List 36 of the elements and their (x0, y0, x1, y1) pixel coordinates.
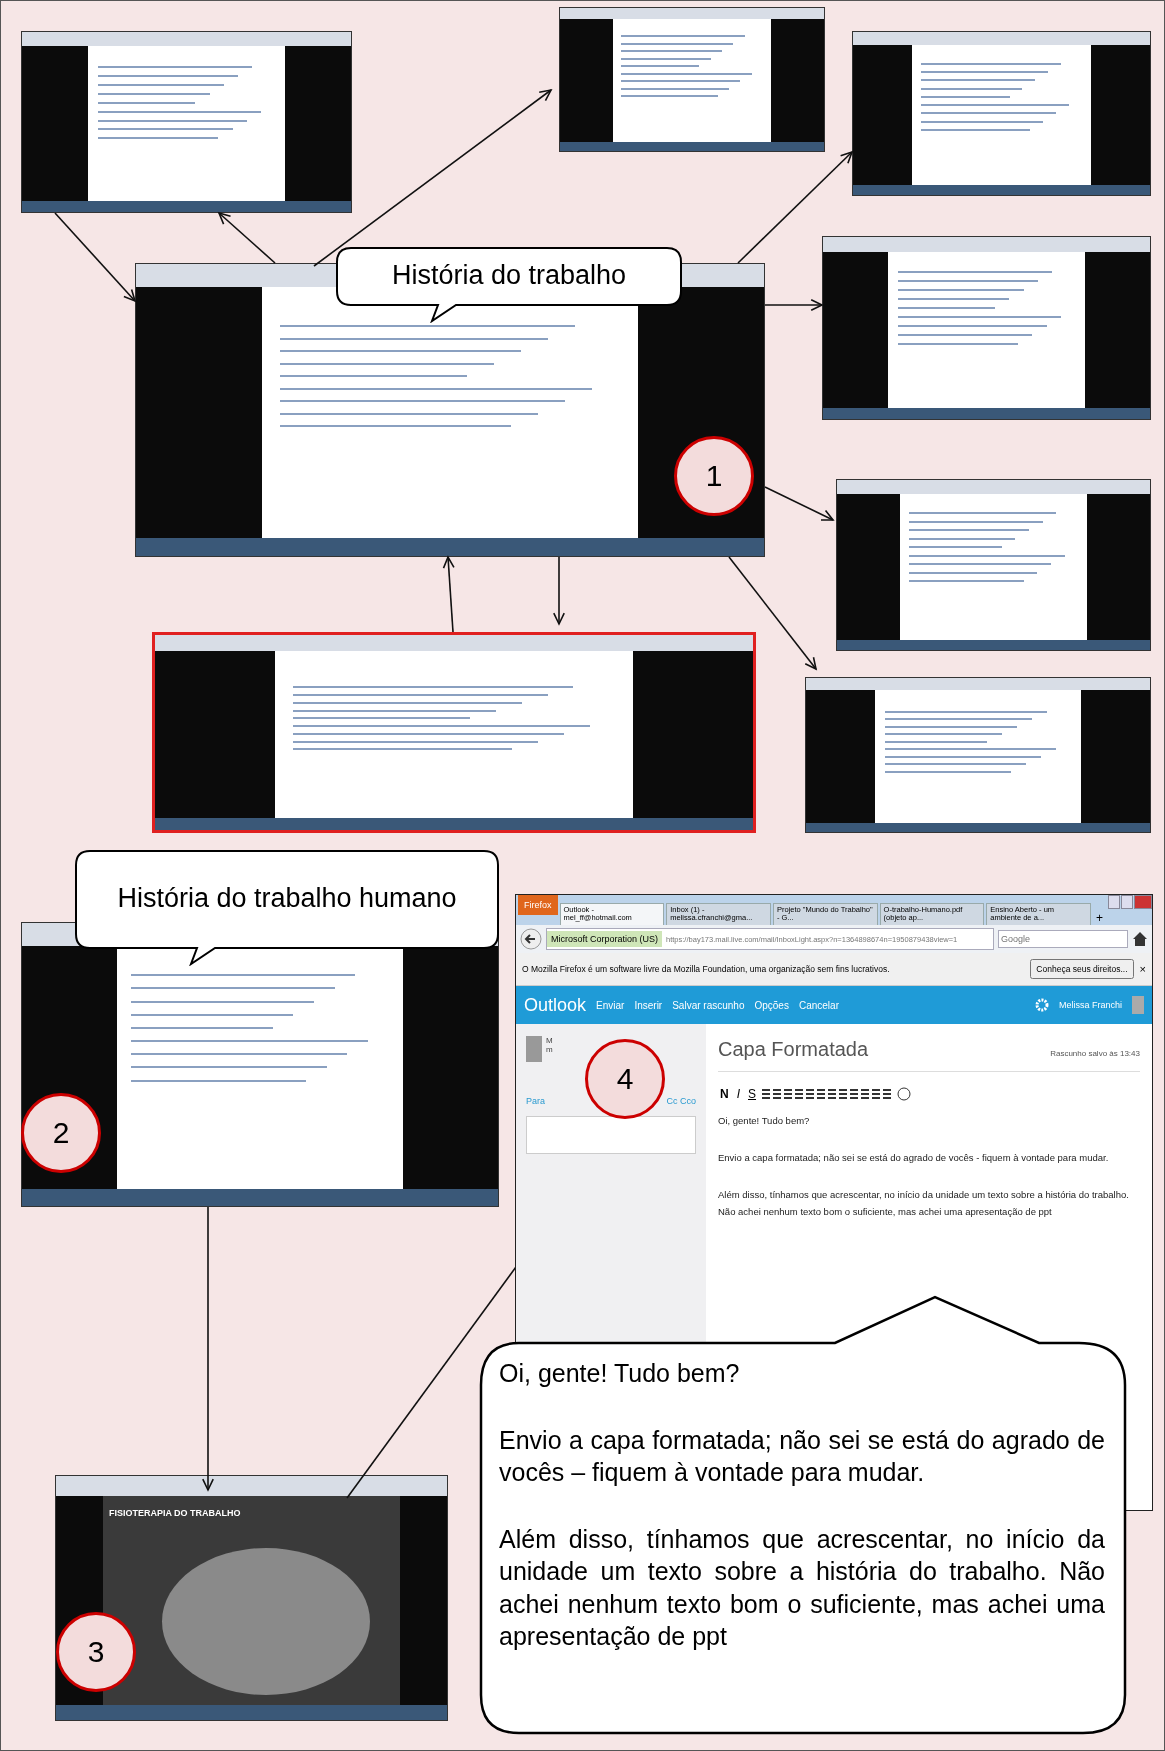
arrow (553, 556, 565, 626)
email-body-text: Envio a capa formatada; não sei se está do agrado de vocês - fiquem à vontade para mudar. (718, 1151, 1110, 1166)
avatar-icon (1132, 996, 1144, 1014)
format-button[interactable]: N (718, 1087, 731, 1101)
callout-text: História do trabalho (391, 259, 627, 293)
sender-initial: M (546, 1036, 553, 1045)
site-identity: Microsoft Corporation (US) (547, 931, 663, 947)
arrow (217, 211, 276, 264)
callout-text: História do trabalho humano (117, 882, 457, 916)
info-bar-message: O Mozilla Firefox é um software livre da Mozilla Foundation, uma organização sem fins lucrativos. (522, 964, 891, 974)
callout-text: Além disso, tínhamos que acrescentar, no início da unidade um texto sobre a história do trabalho. Não achei nenhum texto bom o suficiente, mas achei uma apresentação de ppt (499, 1523, 1105, 1652)
arrow (764, 298, 824, 312)
arrow (764, 486, 835, 521)
settings-icon[interactable] (1034, 998, 1049, 1012)
search-field[interactable]: Google (998, 930, 1128, 948)
close-button[interactable]: × (1139, 963, 1146, 975)
avatar-icon (526, 1036, 542, 1062)
window-controls-icon[interactable] (1108, 895, 1152, 909)
recipient-field[interactable] (526, 1116, 696, 1154)
subject-text: Capa Formatada (718, 1038, 869, 1061)
format-button[interactable]: S (746, 1087, 759, 1101)
user-name: Melissa Franchi (1058, 1000, 1122, 1010)
email-body-text: Além disso, tínhamos que acrescentar, no início da unidade um texto sobre a história do trabalho. Não achei nenhum texto bom o suficiente, mas achei uma apresentação de ppt (718, 1188, 1130, 1220)
formatting-toolbar-icon[interactable] (762, 1086, 913, 1102)
back-icon[interactable] (520, 928, 542, 950)
email-body-text: Oi, gente! Tudo bem? (718, 1114, 811, 1128)
outlook-logo-text: Outlook (524, 994, 587, 1016)
home-icon[interactable] (1132, 931, 1148, 947)
callout-text: Envio a capa formatada; não sei se está do agrado de vocês – fiquem à vontade para mudar. (499, 1424, 1105, 1488)
new-tab-button[interactable]: + (1092, 911, 1106, 925)
format-button[interactable]: I (734, 1087, 742, 1101)
rights-button[interactable]: Conheça seus direitos... (1030, 959, 1134, 979)
sender-initial: m (546, 1045, 553, 1054)
slide-title: FISIOTERAPIA DO TRABALHO (108, 1507, 241, 1518)
draft-status: Rascunho salvo às 13:43 (1050, 1049, 1140, 1058)
callout-text: Oi, gente! Tudo bem? (499, 1358, 741, 1389)
